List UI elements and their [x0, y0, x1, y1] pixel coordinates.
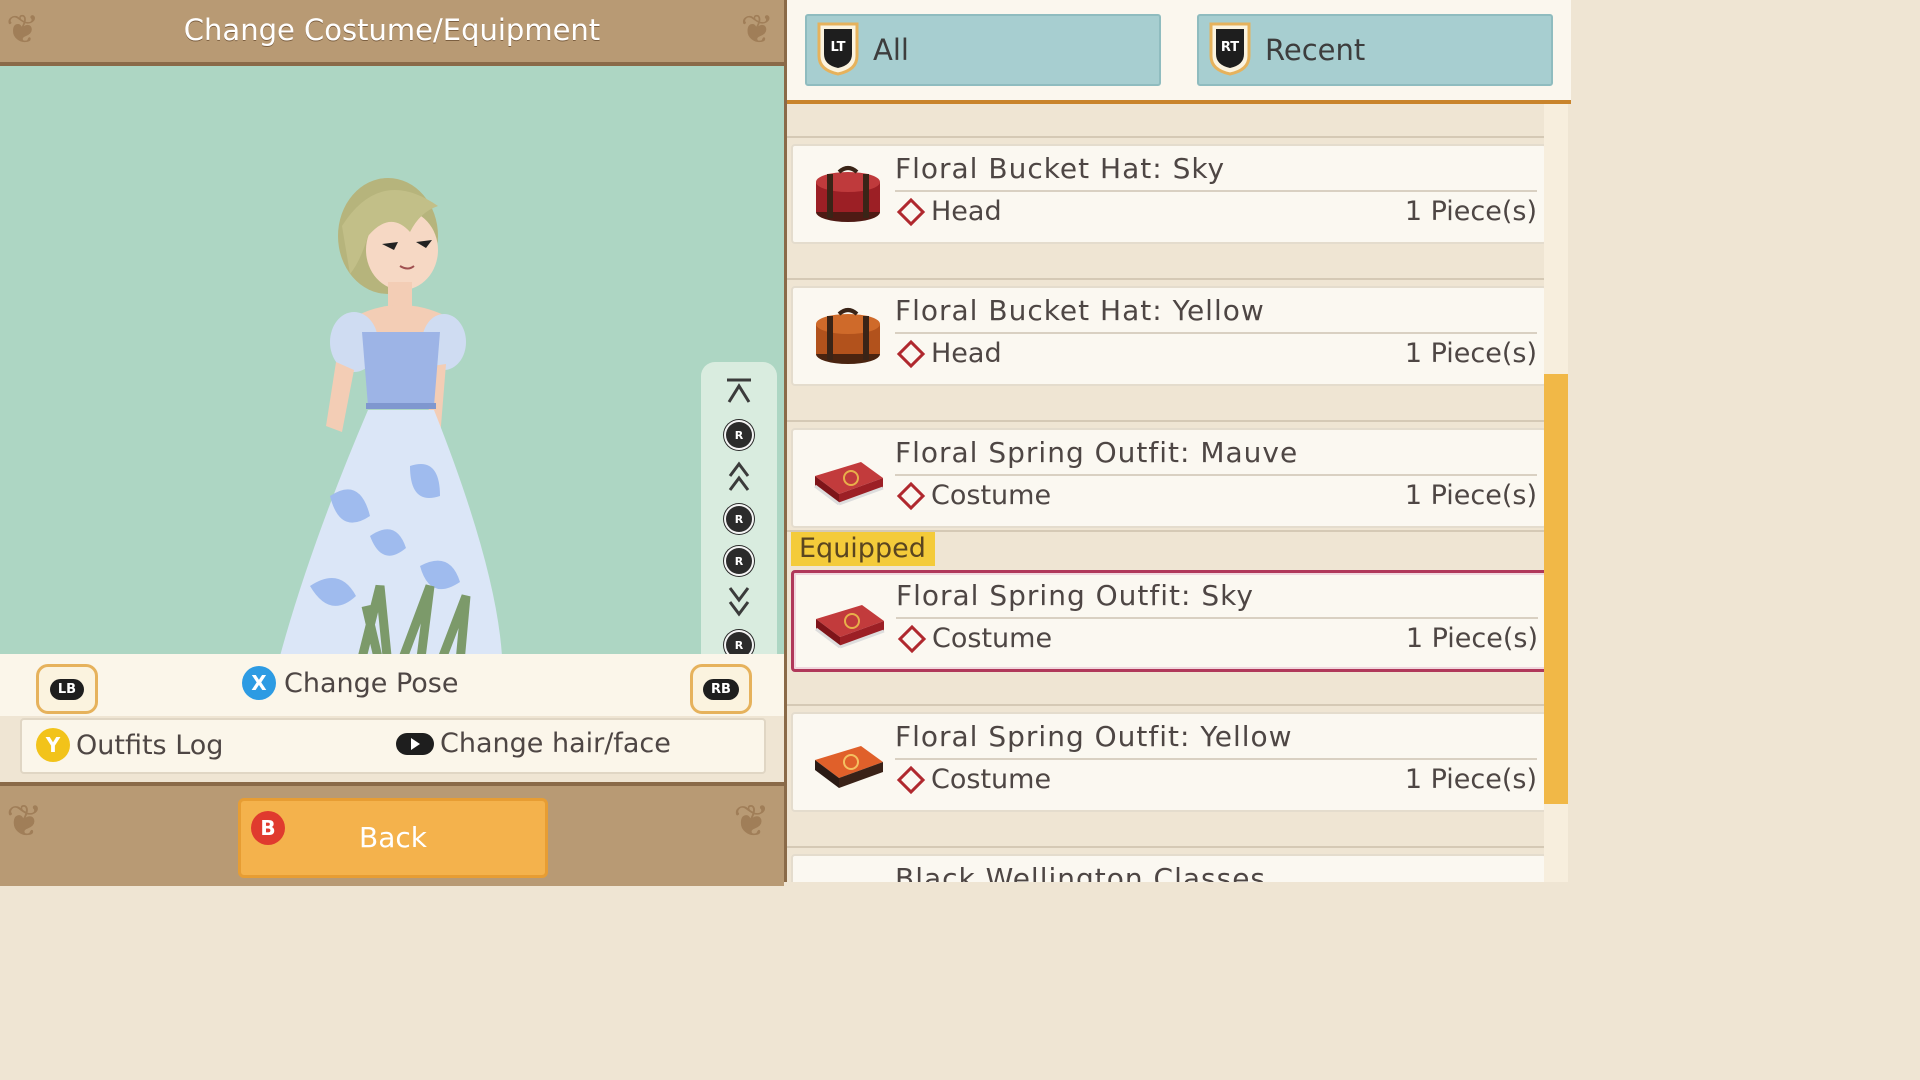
- preview-panel: ❦ ❦ Change Costume/Equipment R R R R LB …: [0, 0, 784, 886]
- rb-button[interactable]: RB: [690, 664, 752, 714]
- equipment-list: Floral Bucket Hat: Sky Head 1 Piece(s) F…: [787, 104, 1547, 882]
- tab-all[interactable]: LT All: [805, 14, 1161, 86]
- item-name: Floral Spring Outfit: Yellow: [895, 720, 1293, 753]
- list-scrollbar[interactable]: [1544, 104, 1568, 882]
- item-name: Floral Bucket Hat: Yellow: [895, 294, 1265, 327]
- character-preview[interactable]: R R R R: [0, 66, 784, 714]
- change-hair-face-button[interactable]: Change hair/face: [396, 728, 671, 759]
- options-row: Y Outfits Log Change hair/face: [20, 718, 766, 774]
- suitcase-icon: [815, 746, 883, 788]
- ornament-right-icon: ❦: [733, 796, 770, 847]
- slot-diamond-icon: [896, 481, 926, 510]
- list-item[interactable]: Black Wellington Classes: [791, 854, 1547, 882]
- footer-bar: ❦ ❦ B Back: [0, 782, 784, 886]
- equipment-panel: LT All RT Recent Floral Bucket Hat: Sky …: [784, 0, 1571, 882]
- item-quantity: 1 Piece(s): [1404, 480, 1537, 511]
- list-item-equipped[interactable]: Floral Spring Outfit: Sky Costume 1 Piec…: [791, 570, 1547, 672]
- camera-rotate-left-stick-icon[interactable]: R: [701, 502, 777, 536]
- item-quantity: 1 Piece(s): [1404, 338, 1537, 369]
- svg-text:LT: LT: [831, 40, 846, 55]
- item-slot: Costume: [897, 623, 1052, 654]
- list-item[interactable]: Floral Bucket Hat: Sky Head 1 Piece(s): [791, 144, 1547, 244]
- pose-row: LB X Change Pose RB: [0, 654, 784, 716]
- hatbox-icon: [816, 166, 880, 222]
- lb-button[interactable]: LB: [36, 664, 98, 714]
- change-pose-button[interactable]: X Change Pose: [242, 666, 458, 700]
- ornament-left-icon: ❦: [6, 796, 43, 847]
- tab-recent[interactable]: RT Recent: [1197, 14, 1553, 86]
- camera-zoom-out-icon[interactable]: [701, 584, 777, 618]
- right-stick-press-icon: [396, 732, 434, 755]
- change-hair-face-label: Change hair/face: [440, 728, 671, 759]
- slot-diamond-icon: [896, 339, 926, 368]
- item-slot: Costume: [896, 764, 1051, 795]
- lt-trigger-icon: LT: [817, 22, 859, 76]
- equipped-badge: Equipped: [791, 532, 935, 566]
- camera-up-stick-icon[interactable]: R: [701, 418, 777, 452]
- svg-text:RT: RT: [1221, 40, 1239, 55]
- title-bar: ❦ ❦ Change Costume/Equipment: [0, 0, 784, 66]
- slot-diamond-icon: [896, 197, 926, 226]
- list-item[interactable]: Floral Spring Outfit: Yellow Costume 1 P…: [791, 712, 1547, 812]
- change-pose-label: Change Pose: [284, 667, 459, 699]
- item-quantity: 1 Piece(s): [1405, 623, 1538, 654]
- item-name: Floral Spring Outfit: Mauve: [895, 436, 1299, 469]
- outfits-log-label: Outfits Log: [76, 729, 224, 761]
- outfits-log-button[interactable]: Y Outfits Log: [36, 728, 223, 762]
- rt-trigger-icon: RT: [1209, 22, 1251, 76]
- back-label: Back: [359, 821, 427, 854]
- scrollbar-thumb[interactable]: [1544, 374, 1568, 804]
- camera-top-icon[interactable]: [701, 374, 777, 408]
- suitcase-icon: [814, 462, 884, 506]
- x-button-icon: X: [242, 666, 276, 700]
- list-item[interactable]: Floral Spring Outfit: Mauve Costume 1 Pi…: [791, 428, 1547, 528]
- y-button-icon: Y: [36, 728, 70, 762]
- item-slot: Costume: [896, 480, 1051, 511]
- tab-recent-label: Recent: [1265, 33, 1366, 67]
- character-model: [280, 178, 502, 676]
- item-name: Floral Spring Outfit: Sky: [896, 579, 1254, 612]
- page-title: Change Costume/Equipment: [183, 13, 601, 47]
- list-item[interactable]: Floral Bucket Hat: Yellow Head 1 Piece(s…: [791, 286, 1547, 386]
- back-button[interactable]: B Back: [238, 798, 548, 878]
- slot-diamond-icon: [896, 765, 926, 794]
- hatbox-icon: [816, 308, 880, 364]
- slot-diamond-icon: [897, 624, 927, 653]
- camera-rotate-right-stick-icon[interactable]: R: [701, 544, 777, 578]
- item-quantity: 1 Piece(s): [1404, 764, 1537, 795]
- item-slot: Head: [896, 338, 1002, 369]
- item-slot: Head: [896, 196, 1002, 227]
- item-name: Floral Bucket Hat: Sky: [895, 152, 1226, 185]
- suitcase-icon: [815, 605, 885, 649]
- item-name: Black Wellington Classes: [895, 862, 1267, 882]
- tab-all-label: All: [873, 33, 909, 67]
- filter-tabs: LT All RT Recent: [787, 0, 1571, 104]
- camera-zoom-in-icon[interactable]: [701, 460, 777, 494]
- item-quantity: 1 Piece(s): [1404, 196, 1537, 227]
